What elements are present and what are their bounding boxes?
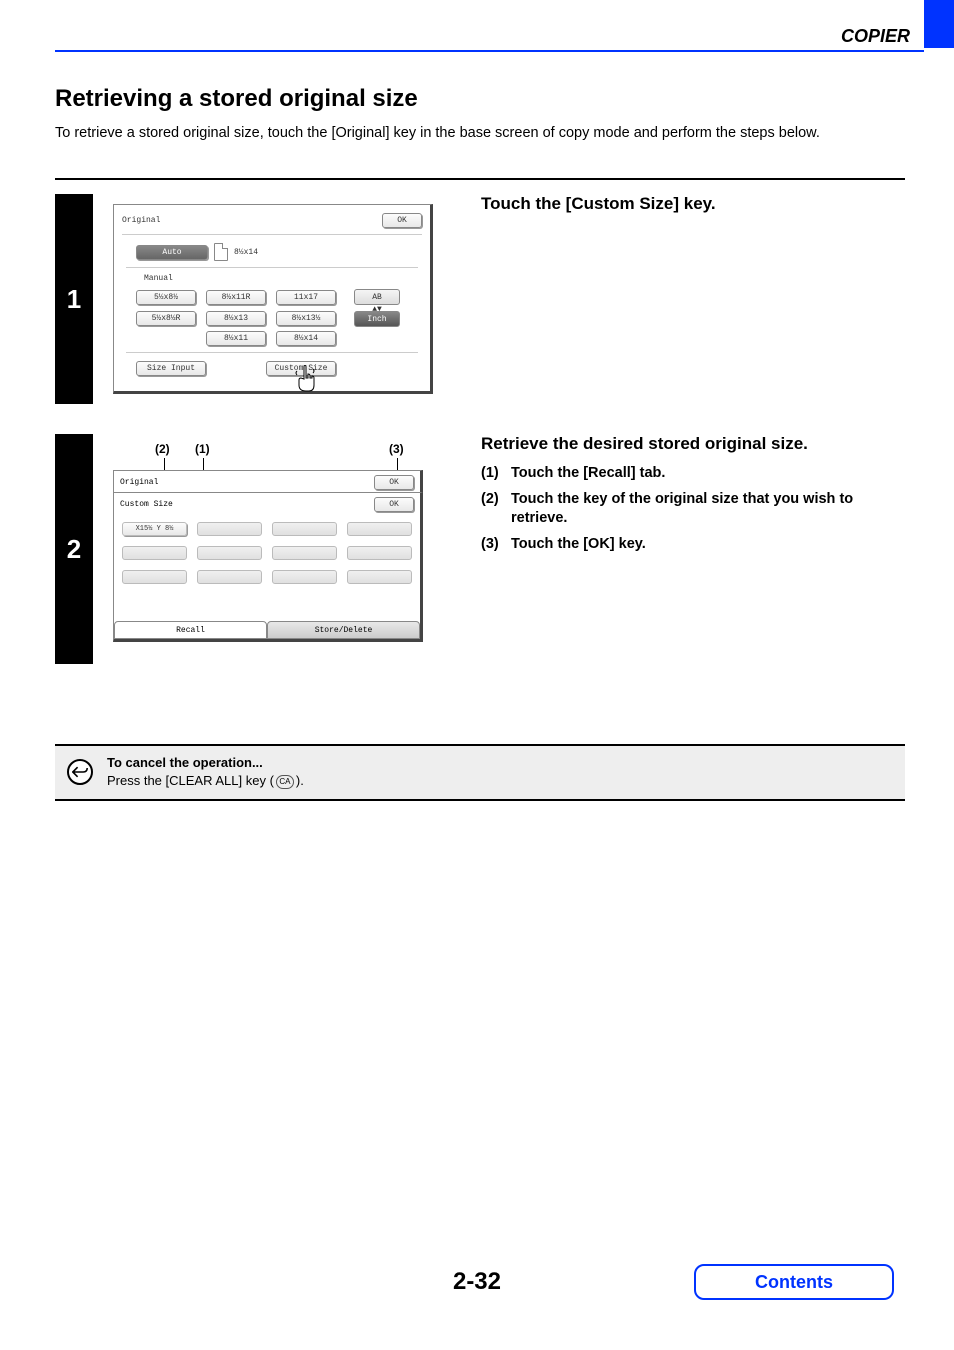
size-button[interactable]: 8½x13 bbox=[206, 311, 266, 326]
stored-size-button[interactable]: X15½ Y 8½ bbox=[122, 522, 187, 536]
ok-button[interactable]: OK bbox=[374, 475, 414, 490]
clear-all-key-icon: CA bbox=[276, 775, 294, 789]
auto-size-label: 8½x14 bbox=[234, 248, 258, 257]
stored-size-button[interactable] bbox=[347, 570, 412, 584]
substep-num: (1) bbox=[481, 464, 511, 484]
stored-size-button[interactable] bbox=[272, 570, 337, 584]
substep-text: Touch the [OK] key. bbox=[511, 535, 905, 555]
callout-2: (2) bbox=[155, 442, 170, 456]
step-title: Retrieve the desired stored original siz… bbox=[481, 434, 905, 454]
section-header: COPIER bbox=[841, 26, 910, 47]
step-2: 2 (2) (1) (3) Original OK bbox=[55, 434, 905, 664]
substep-num: (2) bbox=[481, 490, 511, 529]
substep: (1) Touch the [Recall] tab. bbox=[481, 464, 905, 484]
panel-title: Original bbox=[122, 216, 160, 225]
note-body: Press the [CLEAR ALL] key (CA). bbox=[107, 773, 304, 788]
section-color-tab bbox=[924, 0, 954, 48]
inch-button[interactable]: Inch bbox=[354, 311, 400, 327]
ok-button[interactable]: OK bbox=[374, 497, 414, 512]
stored-size-button[interactable] bbox=[347, 522, 412, 536]
panel-title: Custom Size bbox=[120, 500, 173, 509]
ab-button[interactable]: AB bbox=[354, 289, 400, 305]
substep: (2) Touch the key of the original size t… bbox=[481, 490, 905, 529]
step-1: 1 Original OK Auto 8½x14 Manual 5½x8½ 8½… bbox=[55, 194, 905, 404]
size-button[interactable]: 8½x13½ bbox=[276, 311, 336, 326]
intro-text: To retrieve a stored original size, touc… bbox=[55, 123, 905, 143]
size-button[interactable]: 11x17 bbox=[276, 290, 336, 305]
stored-size-button[interactable] bbox=[197, 546, 262, 560]
tab-recall[interactable]: Recall bbox=[114, 621, 267, 639]
size-button[interactable]: 8½x14 bbox=[276, 331, 336, 346]
stored-size-button[interactable] bbox=[197, 522, 262, 536]
substep-num: (3) bbox=[481, 535, 511, 555]
back-arrow-icon bbox=[67, 759, 93, 785]
custom-size-panel: Custom Size OK X15½ Y 8½ bbox=[113, 492, 423, 642]
unit-toggle[interactable]: AB ▲▼ Inch bbox=[346, 289, 408, 327]
auto-button[interactable]: Auto bbox=[136, 245, 208, 260]
header-rule bbox=[55, 50, 924, 52]
substep: (3) Touch the [OK] key. bbox=[481, 535, 905, 555]
paper-icon bbox=[214, 243, 228, 261]
stored-size-button[interactable] bbox=[122, 546, 187, 560]
contents-link[interactable]: Contents bbox=[694, 1264, 894, 1300]
stored-size-button[interactable] bbox=[272, 522, 337, 536]
page-title: Retrieving a stored original size bbox=[55, 85, 905, 113]
callout-3: (3) bbox=[389, 442, 404, 456]
callout-1: (1) bbox=[195, 442, 210, 456]
stored-size-button[interactable] bbox=[272, 546, 337, 560]
custom-size-button[interactable]: Custom Size bbox=[266, 361, 336, 376]
substep-text: Touch the [Recall] tab. bbox=[511, 464, 905, 484]
cancel-note: To cancel the operation... Press the [CL… bbox=[55, 744, 905, 800]
substep-text: Touch the key of the original size that … bbox=[511, 490, 905, 529]
tab-store-delete[interactable]: Store/Delete bbox=[267, 621, 420, 639]
size-input-button[interactable]: Size Input bbox=[136, 361, 206, 376]
size-button[interactable]: 5½x8½R bbox=[136, 311, 196, 326]
divider bbox=[55, 178, 905, 180]
ok-button[interactable]: OK bbox=[382, 213, 422, 228]
step-number: 1 bbox=[55, 194, 93, 404]
size-button[interactable]: 5½x8½ bbox=[136, 290, 196, 305]
size-button[interactable]: 8½x11R bbox=[206, 290, 266, 305]
stored-size-button[interactable] bbox=[197, 570, 262, 584]
manual-label: Manual bbox=[144, 274, 422, 283]
stored-size-button[interactable] bbox=[347, 546, 412, 560]
size-button[interactable]: 8½x11 bbox=[206, 331, 266, 346]
original-panel: Original OK Auto 8½x14 Manual 5½x8½ 8½x1… bbox=[113, 204, 433, 394]
note-title: To cancel the operation... bbox=[107, 754, 304, 772]
step-number: 2 bbox=[55, 434, 93, 664]
panel-title: Original bbox=[120, 478, 158, 487]
stored-size-button[interactable] bbox=[122, 570, 187, 584]
step-title: Touch the [Custom Size] key. bbox=[481, 194, 905, 214]
